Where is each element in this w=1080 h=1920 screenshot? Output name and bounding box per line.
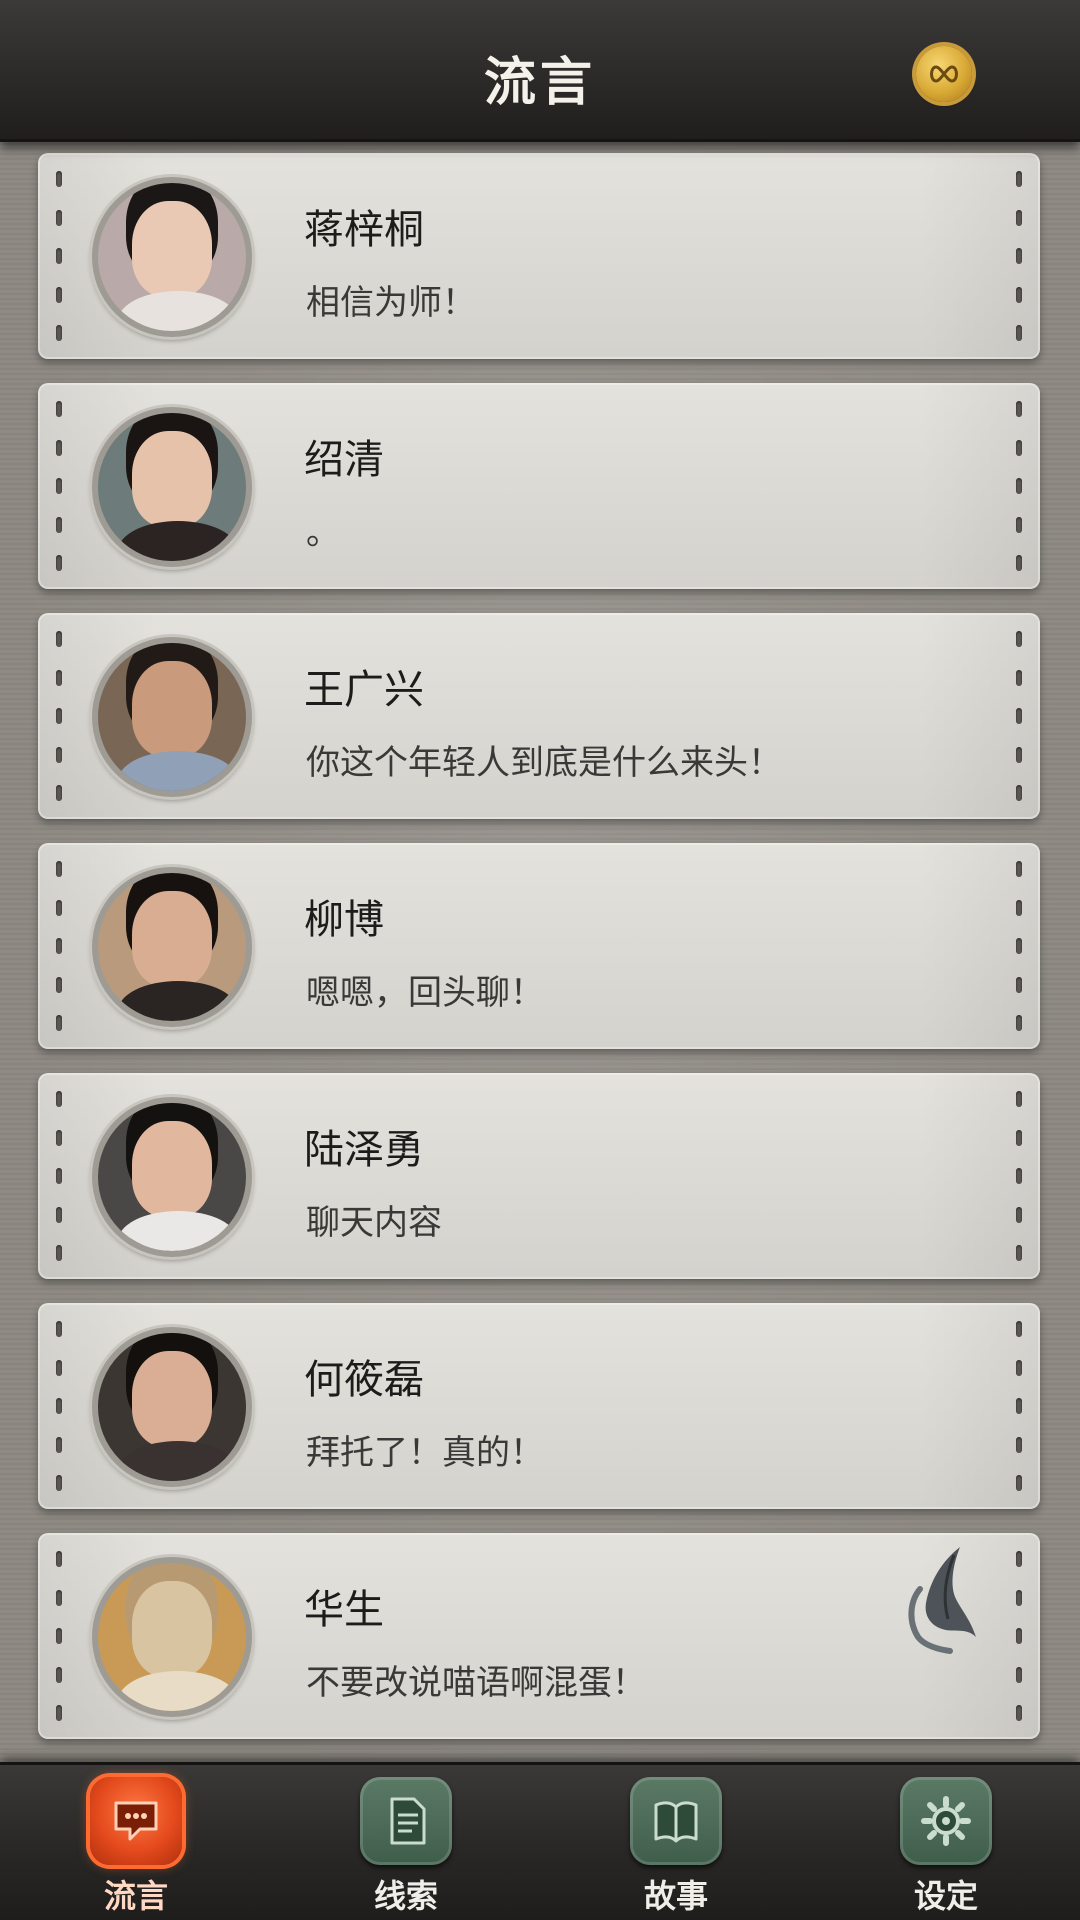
document-icon	[360, 1777, 452, 1865]
last-message: 拜托了！真的！	[306, 1433, 544, 1473]
perforation-left	[56, 401, 62, 571]
last-message: 相信为师！	[306, 283, 476, 323]
avatar-shoulders	[118, 291, 238, 331]
tab-clues[interactable]: 线索	[336, 1777, 476, 1917]
contact-name: 柳博	[304, 897, 384, 943]
chat-bubble-icon	[90, 1777, 182, 1865]
contact-card[interactable]: 蒋梓桐 相信为师！	[38, 153, 1040, 359]
perforation-left	[56, 631, 62, 801]
contact-name: 华生	[304, 1587, 384, 1633]
tab-label: 线索	[373, 1877, 438, 1915]
contact-card[interactable]: 绍清 。	[38, 383, 1040, 589]
avatar[interactable]	[92, 637, 252, 797]
last-message: 。	[306, 513, 340, 553]
contact-name: 何筱磊	[304, 1357, 424, 1403]
contact-card[interactable]: 华生 不要改说喵语啊混蛋！	[38, 1533, 1040, 1739]
tab-rumors[interactable]: 流言	[66, 1777, 206, 1917]
top-bar: 流言	[0, 0, 1080, 142]
infinity-symbol-icon	[930, 65, 958, 83]
avatar-shoulders	[118, 521, 238, 561]
perforation-left	[56, 1321, 62, 1491]
avatar-shoulders	[118, 1211, 238, 1251]
perforation-left	[56, 861, 62, 1031]
avatar-face	[132, 1351, 212, 1447]
book-icon	[630, 1777, 722, 1865]
perforation-right	[1016, 1551, 1022, 1721]
contact-card[interactable]: 何筱磊 拜托了！真的！	[38, 1303, 1040, 1509]
gear-icon	[900, 1777, 992, 1865]
avatar-face	[132, 891, 212, 987]
perforation-right	[1016, 631, 1022, 801]
perforation-right	[1016, 861, 1022, 1031]
last-message: 嗯嗯，回头聊！	[306, 973, 544, 1013]
last-message: 你这个年轻人到底是什么来头！	[306, 743, 782, 783]
perforation-left	[56, 1551, 62, 1721]
avatar-face	[132, 661, 212, 757]
tab-settings[interactable]: 设定	[876, 1777, 1016, 1917]
avatar[interactable]	[92, 407, 252, 567]
last-message: 不要改说喵语啊混蛋！	[306, 1663, 646, 1703]
infinity-coin-icon[interactable]	[916, 46, 972, 102]
avatar-face	[132, 201, 212, 297]
contact-name: 陆泽勇	[304, 1127, 424, 1173]
perforation-right	[1016, 1321, 1022, 1491]
avatar[interactable]	[92, 177, 252, 337]
contact-card[interactable]: 陆泽勇 聊天内容	[38, 1073, 1040, 1279]
avatar[interactable]	[92, 867, 252, 1027]
tab-label: 故事	[643, 1877, 708, 1915]
perforation-right	[1016, 171, 1022, 341]
avatar-shoulders	[118, 981, 238, 1021]
quill-feather-icon	[908, 1547, 976, 1654]
tab-label: 流言	[103, 1877, 168, 1915]
avatar[interactable]	[92, 1097, 252, 1257]
avatar-face	[132, 1581, 212, 1677]
perforation-right	[1016, 1091, 1022, 1261]
perforation-left	[56, 171, 62, 341]
perforation-left	[56, 1091, 62, 1261]
contact-card[interactable]: 王广兴 你这个年轻人到底是什么来头！	[38, 613, 1040, 819]
avatar-face	[132, 431, 212, 527]
contact-name: 王广兴	[304, 667, 424, 713]
contact-card[interactable]: 柳博 嗯嗯，回头聊！	[38, 843, 1040, 1049]
contact-name: 绍清	[304, 437, 384, 483]
tab-label: 设定	[913, 1877, 978, 1915]
tab-story[interactable]: 故事	[606, 1777, 746, 1917]
avatar-shoulders	[118, 1441, 238, 1481]
avatar-shoulders	[118, 1671, 238, 1711]
bottom-tab-bar: 流言 线索 故事 设定	[0, 1762, 1080, 1920]
contact-name: 蒋梓桐	[304, 207, 424, 253]
avatar[interactable]	[92, 1327, 252, 1487]
perforation-right	[1016, 401, 1022, 571]
last-message: 聊天内容	[306, 1203, 442, 1243]
avatar-shoulders	[118, 751, 238, 791]
avatar[interactable]	[92, 1557, 252, 1717]
avatar-face	[132, 1121, 212, 1217]
